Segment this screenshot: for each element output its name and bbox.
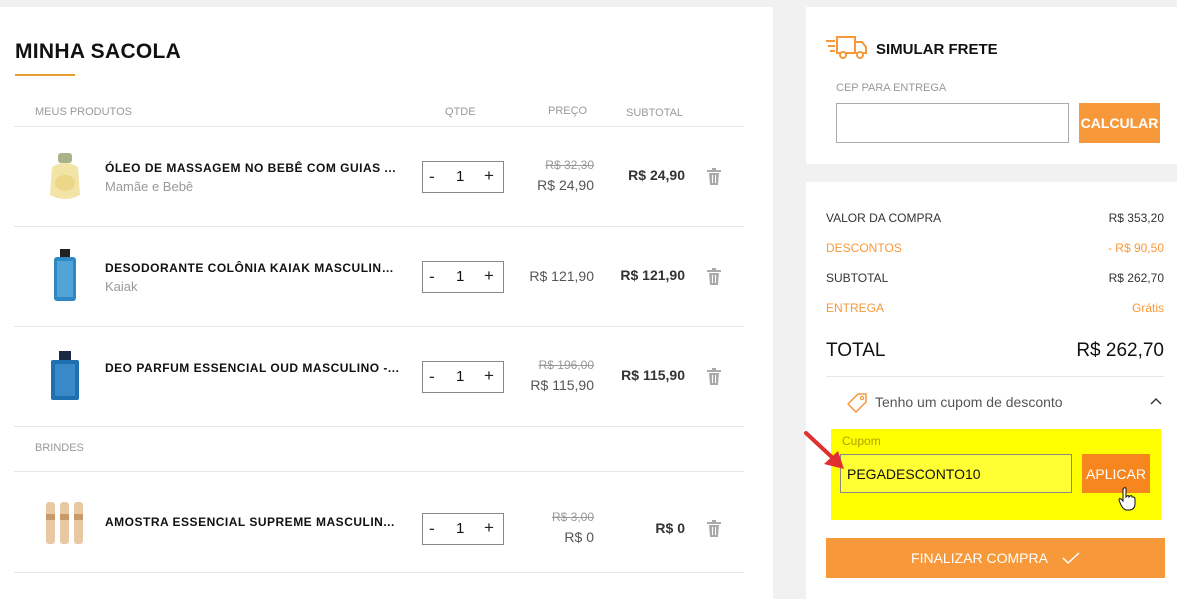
product-name[interactable]: DEO PARFUM ESSENCIAL OUD MASCULINO -...	[105, 361, 400, 375]
trash-icon[interactable]	[707, 168, 721, 185]
quantity-value[interactable]: 1	[456, 268, 464, 285]
header-subtotal: SUBTOTAL	[626, 107, 684, 119]
item-subtotal: R$ 24,90	[628, 167, 685, 183]
quantity-value[interactable]: 1	[456, 520, 464, 537]
decrease-button[interactable]: -	[429, 167, 435, 187]
total-label: TOTAL	[826, 340, 886, 361]
summary-label: ENTREGA	[826, 301, 885, 315]
trash-icon[interactable]	[707, 268, 721, 285]
quantity-stepper: - 1 +	[422, 361, 504, 393]
checkmark-icon	[1062, 552, 1080, 564]
coupon-input[interactable]: PEGADESCONTO10	[840, 454, 1072, 493]
product-image[interactable]	[36, 347, 94, 405]
price: R$ 115,90	[530, 377, 594, 393]
quantity-stepper: - 1 +	[422, 161, 504, 193]
quantity-stepper: - 1 +	[422, 513, 504, 545]
cart-panel: MINHA SACOLA MEUS PRODUTOS QTDE PREÇO SU…	[0, 7, 773, 599]
product-brand: Mamãe e Bebê	[105, 179, 194, 194]
title-underline	[15, 74, 75, 76]
price: R$ 24,90	[537, 177, 594, 193]
increase-button[interactable]: +	[484, 266, 494, 286]
header-products: MEUS PRODUTOS	[35, 106, 132, 118]
price: R$ 0	[564, 529, 594, 545]
divider	[14, 572, 744, 573]
cep-label: CEP PARA ENTREGA	[836, 82, 947, 94]
summary-value: R$ 262,70	[1108, 271, 1164, 285]
increase-button[interactable]: +	[484, 366, 494, 386]
finalize-purchase-button[interactable]: FINALIZAR COMPRA	[826, 538, 1165, 578]
freight-panel: SIMULAR FRETE CEP PARA ENTREGA CALCULAR	[806, 7, 1177, 164]
product-image[interactable]	[36, 247, 94, 305]
coupon-toggle-label: Tenho um cupom de desconto	[875, 394, 1063, 410]
product-name[interactable]: ÓLEO DE MASSAGEM NO BEBÊ COM GUIAS ...	[105, 161, 400, 175]
quantity-value[interactable]: 1	[456, 168, 464, 185]
old-price: R$ 3,00	[551, 510, 594, 524]
product-name[interactable]: AMOSTRA ESSENCIAL SUPREME MASCULIN...	[105, 515, 400, 529]
finalize-label: FINALIZAR COMPRA	[911, 550, 1048, 566]
summary-label: SUBTOTAL	[826, 271, 889, 285]
cep-input[interactable]	[836, 103, 1069, 143]
summary-label: VALOR DA COMPRA	[826, 211, 942, 225]
cart-row: DESODORANTE COLÔNIA KAIAK MASCULINO... K…	[14, 227, 744, 325]
summary-value: - R$ 90,50	[1107, 241, 1164, 255]
old-price: R$ 196,00	[538, 358, 594, 372]
summary-value: R$ 353,20	[1108, 211, 1164, 225]
quantity-stepper: - 1 +	[422, 261, 504, 293]
trash-icon[interactable]	[707, 520, 721, 537]
tag-icon	[847, 393, 867, 413]
product-brand: Kaiak	[105, 279, 138, 294]
increase-button[interactable]: +	[484, 518, 494, 538]
decrease-button[interactable]: -	[429, 519, 435, 539]
decrease-button[interactable]: -	[429, 367, 435, 387]
trash-icon[interactable]	[707, 368, 721, 385]
gifts-heading: BRINDES	[35, 442, 84, 454]
header-price: PREÇO	[548, 105, 588, 117]
quantity-value[interactable]: 1	[456, 368, 464, 385]
price: R$ 121,90	[529, 268, 594, 284]
calculate-button[interactable]: CALCULAR	[1079, 103, 1160, 143]
cart-row: ÓLEO DE MASSAGEM NO BEBÊ COM GUIAS ... M…	[14, 127, 744, 225]
page-title: MINHA SACOLA	[15, 40, 182, 63]
freight-title: SIMULAR FRETE	[876, 41, 998, 58]
increase-button[interactable]: +	[484, 166, 494, 186]
divider	[826, 376, 1164, 377]
product-image[interactable]	[36, 147, 94, 205]
hand-cursor-icon	[1118, 487, 1136, 511]
order-summary: VALOR DA COMPRA R$ 353,20 DESCONTOS - R$…	[806, 182, 1177, 599]
red-arrow-icon	[804, 431, 844, 469]
item-subtotal: R$ 115,90	[621, 367, 685, 383]
item-subtotal: R$ 0	[655, 520, 685, 536]
divider	[14, 426, 744, 427]
product-image[interactable]	[36, 492, 94, 550]
chevron-up-icon[interactable]	[1150, 397, 1162, 405]
decrease-button[interactable]: -	[429, 267, 435, 287]
summary-value: Grátis	[1131, 301, 1164, 315]
apply-coupon-button[interactable]: APLICAR	[1082, 454, 1150, 493]
truck-icon	[826, 36, 867, 59]
product-name[interactable]: DESODORANTE COLÔNIA KAIAK MASCULINO...	[105, 261, 400, 275]
summary-label: DESCONTOS	[826, 241, 902, 255]
coupon-toggle[interactable]: Tenho um cupom de desconto	[846, 392, 1164, 414]
header-qty: QTDE	[445, 106, 476, 118]
gift-row: AMOSTRA ESSENCIAL SUPREME MASCULIN... - …	[14, 472, 744, 570]
item-subtotal: R$ 121,90	[620, 267, 685, 283]
coupon-form: Cupom PEGADESCONTO10 APLICAR	[831, 429, 1161, 520]
total-value: R$ 262,70	[1076, 340, 1164, 361]
old-price: R$ 32,30	[545, 158, 594, 172]
cart-row: DEO PARFUM ESSENCIAL OUD MASCULINO -... …	[14, 327, 744, 425]
